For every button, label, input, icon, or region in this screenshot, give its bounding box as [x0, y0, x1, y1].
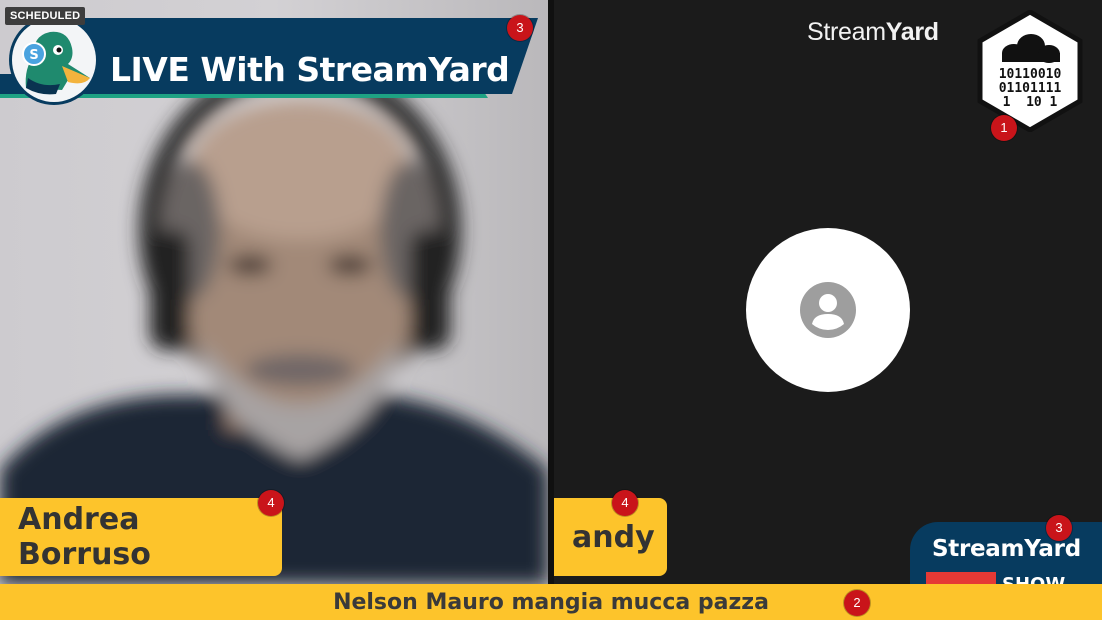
banner-title: LIVE With StreamYard — [110, 50, 510, 89]
stream-canvas: StreamYard 10110010 01101111 1 10 1 SCHE… — [0, 0, 1102, 620]
hex-line-3: 1 10 1 — [1003, 95, 1058, 110]
annotation-marker: 4 — [612, 490, 638, 516]
hex-line-2: 01101111 — [999, 81, 1062, 96]
show-title-banner: S LIVE With StreamYard — [0, 14, 540, 105]
annotation-marker: 3 — [507, 15, 533, 41]
ticker-text: Nelson Mauro mangia mucca pazza — [333, 589, 769, 615]
name-tag-andy: andy — [554, 498, 667, 576]
scheduled-badge: SCHEDULED — [5, 7, 86, 25]
duck-mascot-icon: S — [22, 31, 90, 95]
avatar-placeholder — [746, 228, 910, 392]
hexagon-data-logo: 10110010 01101111 1 10 1 — [977, 10, 1083, 132]
ticker-bar: Nelson Mauro mangia mucca pazza — [0, 584, 1102, 620]
annotation-marker: 4 — [258, 490, 284, 516]
participant-name: andy — [572, 519, 655, 555]
annotation-marker: 3 — [1046, 515, 1072, 541]
annotation-marker: 1 — [991, 115, 1017, 141]
annotation-marker: 2 — [844, 590, 870, 616]
wordmark-light: Stream — [807, 18, 886, 46]
hex-line-1: 10110010 — [999, 67, 1062, 82]
svg-text:S: S — [29, 48, 38, 63]
wordmark-bold: Yard — [885, 18, 939, 46]
participant-name: Andrea Borruso — [18, 502, 151, 572]
live-red-block — [926, 572, 996, 584]
user-avatar-icon — [800, 282, 856, 338]
streamyard-wordmark: StreamYard — [807, 18, 939, 47]
show-logo-badge: StreamYard SHOW — [910, 522, 1102, 584]
show-badge-sub: SHOW — [1002, 574, 1065, 584]
name-tag-andrea: Andrea Borruso — [0, 498, 282, 576]
